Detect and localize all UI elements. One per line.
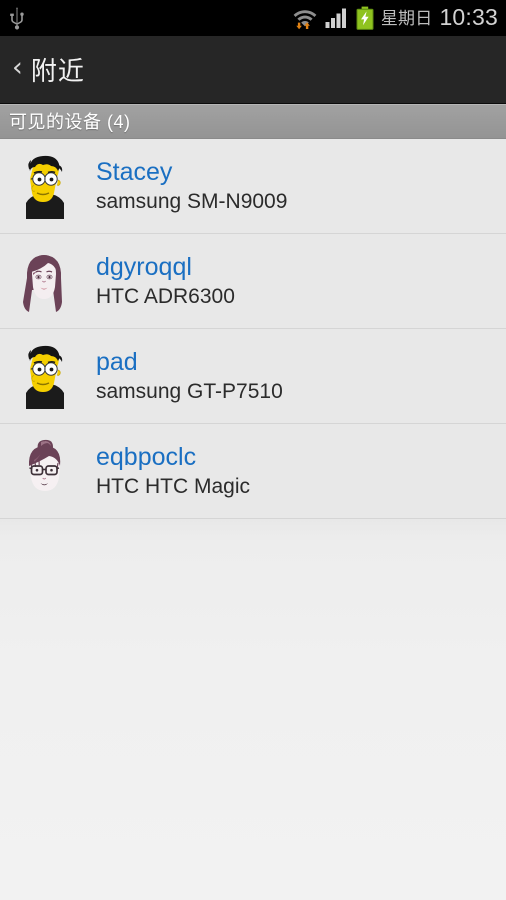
- status-bar-clock: 星期日 10:33: [381, 4, 498, 33]
- clock-day: 星期日: [380, 8, 433, 28]
- status-bar-right-icons: 星期日 10:33: [292, 4, 498, 33]
- device-model: samsung SM-N9009: [96, 189, 288, 213]
- back-chevron-icon[interactable]: ‹: [10, 54, 31, 85]
- avatar-woman-bun-glasses-icon: [14, 438, 74, 504]
- device-list: Stacey samsung SM-N9009 dgyroqql HTC ADR…: [0, 139, 506, 519]
- device-text: dgyroqql HTC ADR6300: [96, 253, 235, 309]
- device-model: HTC HTC Magic: [96, 474, 251, 498]
- list-item[interactable]: dgyroqql HTC ADR6300: [0, 234, 506, 329]
- device-name: pad: [96, 348, 138, 377]
- list-item[interactable]: pad samsung GT-P7510: [0, 329, 506, 424]
- empty-list-area: [0, 519, 506, 900]
- wifi-icon: [293, 10, 317, 30]
- clock-time: 10:33: [439, 3, 498, 30]
- status-bar: 星期日 10:33: [0, 0, 506, 36]
- section-header-visible-devices: 可见的设备 (4): [0, 104, 506, 139]
- device-text: Stacey samsung SM-N9009: [96, 158, 287, 214]
- device-model: HTC ADR6300: [96, 284, 235, 308]
- avatar-simpson-male-icon: [14, 343, 74, 409]
- page-title: 附近: [30, 56, 85, 86]
- device-model: samsung GT-P7510: [96, 379, 283, 403]
- usb-icon: [10, 7, 24, 30]
- action-bar: ‹ 附近: [0, 36, 506, 104]
- status-bar-left-icons: [6, 6, 28, 30]
- battery-charging-icon: [356, 6, 374, 30]
- device-text: pad samsung GT-P7510: [96, 348, 283, 404]
- device-text: eqbpoclc HTC HTC Magic: [96, 443, 250, 499]
- list-item[interactable]: eqbpoclc HTC HTC Magic: [0, 424, 506, 519]
- phone-screen: 星期日 10:33 ‹ 附近 可见的设备 (4) Stacey samsung …: [0, 0, 506, 900]
- device-name: eqbpoclc: [96, 443, 197, 472]
- device-name: dgyroqql: [96, 253, 192, 282]
- avatar-woman-long-hair-icon: [14, 248, 74, 314]
- section-header-label: 可见的设备 (4): [9, 112, 131, 132]
- avatar-simpson-male-icon: [14, 153, 74, 219]
- device-name: Stacey: [96, 158, 173, 187]
- list-item[interactable]: Stacey samsung SM-N9009: [0, 139, 506, 234]
- signal-strength-icon: [325, 8, 346, 28]
